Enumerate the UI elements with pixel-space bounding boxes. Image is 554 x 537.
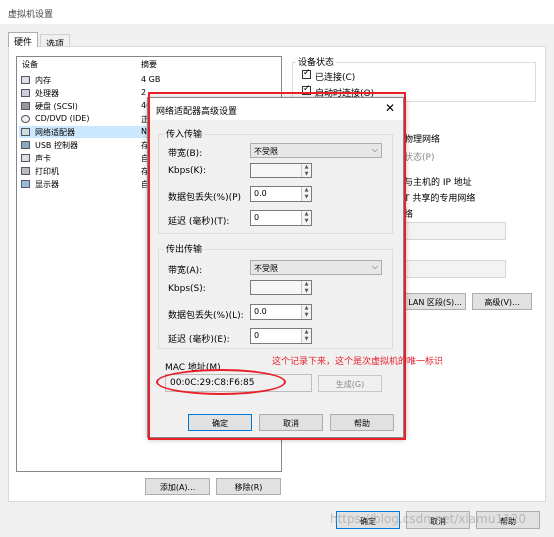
summary-column-header: 摘要 [141,60,157,69]
device-name: 硬盘 (SCSI) [35,102,78,111]
printer-icon [21,167,30,175]
device-name: 打印机 [35,167,59,176]
advanced-button[interactable]: 高级(V)... [472,293,532,310]
watermark: https://blog.csdn.net/xiamu1120 [330,512,526,526]
remove-device-button[interactable]: 移除(R) [216,478,281,495]
usb-icon [21,141,30,149]
device-name: 声卡 [35,154,51,163]
add-device-button[interactable]: 添加(A)... [145,478,210,495]
memory-icon [21,76,30,84]
replicate-state-label: 状态(P) [404,153,435,163]
device-row-memory[interactable]: 内存 4 GB [19,74,281,86]
cpu-icon [21,89,30,97]
window-title: 虚拟机设置 [0,0,554,24]
connected-label: 已连接(C) [315,73,356,83]
device-name: 处理器 [35,89,59,98]
device-name: 网络适配器 [35,128,75,137]
physical-network-label: 物理网络 [404,135,441,145]
device-name: CD/DVD (IDE) [35,114,90,123]
harddisk-icon [21,102,30,110]
device-name: 内存 [35,76,51,85]
tab-hardware[interactable]: 硬件 [8,32,39,48]
cdrom-icon [21,115,30,123]
device-name: USB 控制器 [35,141,78,150]
device-name: 显示器 [35,180,59,189]
sound-icon [21,154,30,162]
host-only-label: 与主机的 IP 地址 [404,178,472,188]
display-icon [21,180,30,188]
lan-segment-button[interactable]: LAN 区段(S)... [404,293,466,310]
network-adapter-icon [21,128,30,136]
lan-segment-select[interactable] [404,260,506,278]
device-summary: 4 GB [141,75,161,84]
annotation-mac-circle [156,369,286,395]
custom-network-select[interactable] [404,222,506,240]
annotation-note: 这个记录下来，这个是次虚拟机的唯一标识 [272,357,444,367]
device-column-header: 设备 [22,60,38,69]
connected-checkbox[interactable] [302,68,311,79]
nat-label: T 共享的专用网络 [404,194,476,204]
device-status-title: 设备状态 [296,55,337,68]
